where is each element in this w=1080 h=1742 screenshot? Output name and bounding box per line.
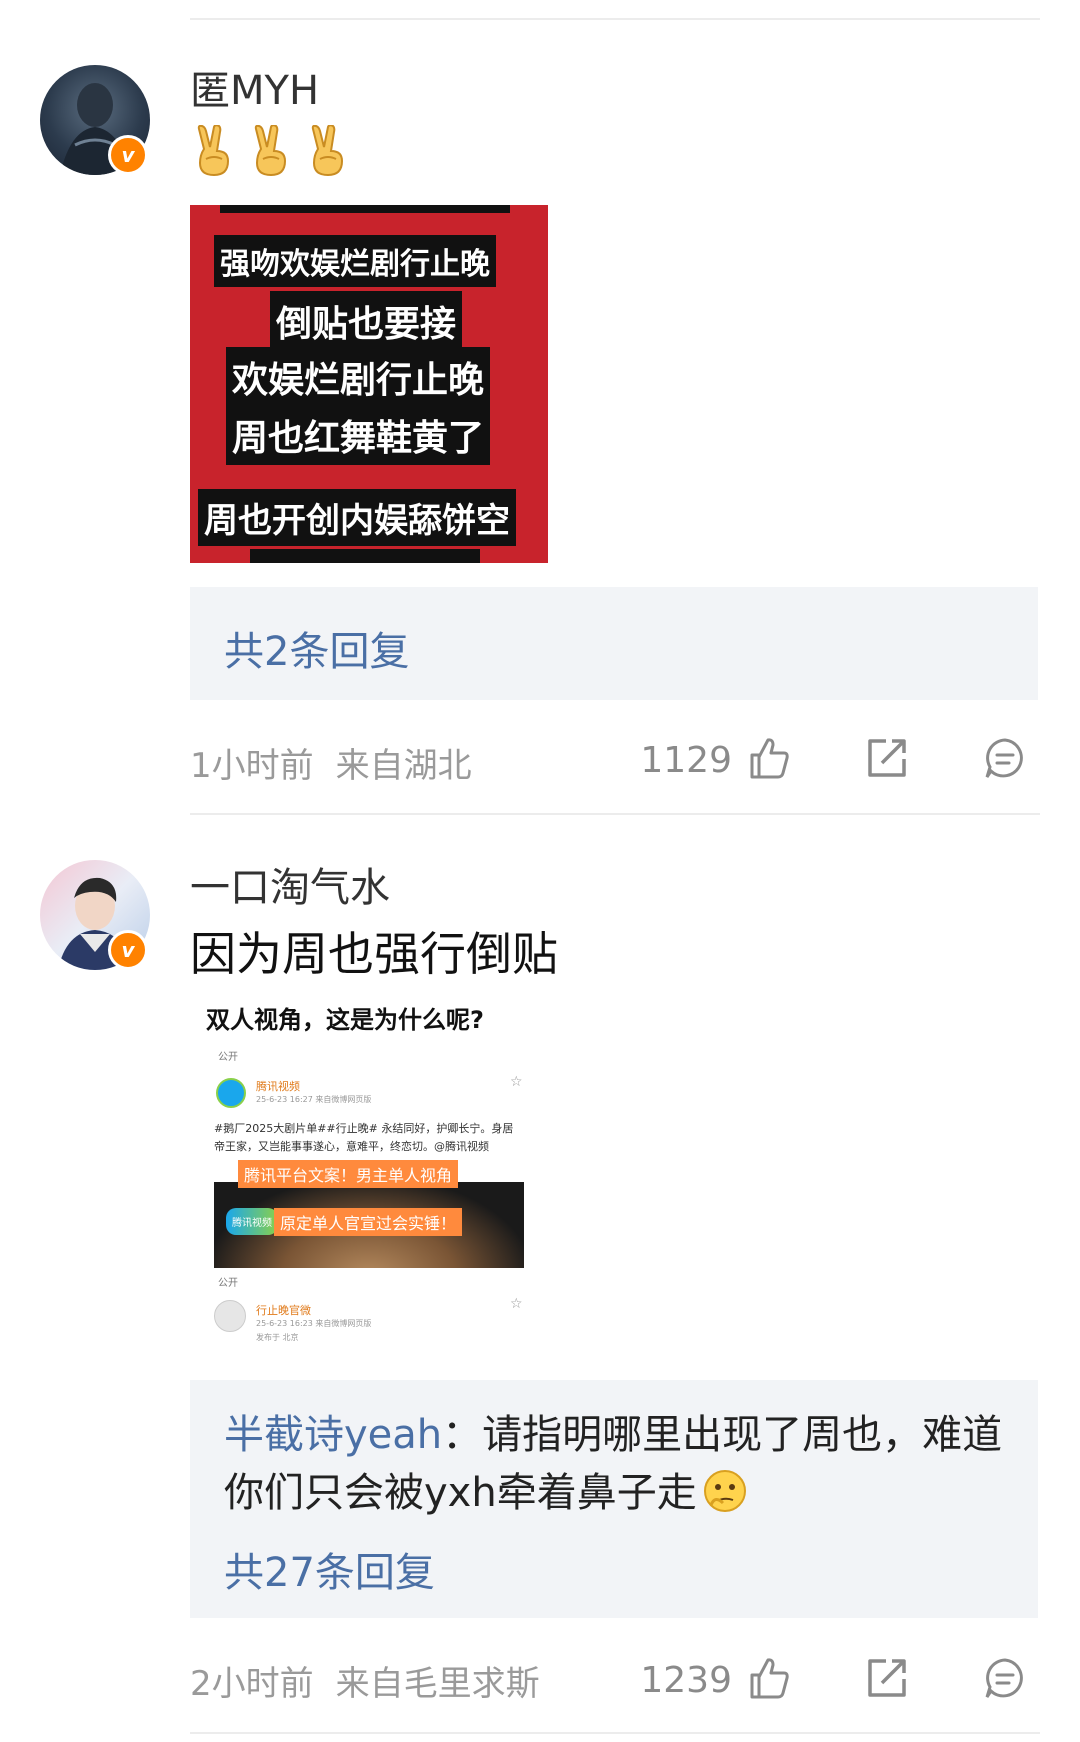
like-icon[interactable] (746, 735, 792, 781)
poster-line: 周也红舞鞋黄了 (226, 405, 491, 465)
verified-badge-icon: v (108, 930, 148, 970)
poster-top-strip (220, 205, 510, 213)
post-text: #鹅厂2025大剧片单##行止晚# 永结同好，护卿长宁。身居帝王家，又岂能事事遂… (214, 1122, 514, 1153)
comment-time: 1小时前 (190, 746, 314, 786)
poster-line: 强吻欢娱烂剧行止晚 (214, 235, 496, 287)
comment-location: 来自湖北 (335, 746, 472, 786)
account-name: 腾讯视频 (256, 1080, 300, 1093)
tencent-video-logo-icon: 腾讯视频 (226, 1208, 278, 1235)
comment-meta: 1小时前 来自湖北 (190, 738, 472, 787)
public-label: 公开 (218, 1052, 238, 1063)
verified-badge-icon: v (108, 135, 148, 175)
bottom-divider (190, 1732, 1040, 1734)
image-caption: 双人视角，这是为什么呢? (206, 1006, 484, 1034)
public-label: 公开 (218, 1278, 238, 1289)
official-avatar (214, 1300, 246, 1332)
star-icon: ☆ (510, 1296, 523, 1312)
comment-image[interactable]: 双人视角，这是为什么呢? 公开 腾讯视频 25-6-23 16:27 来自微博网… (190, 990, 548, 1358)
poster-line: 欢娱烂剧行止晚 (226, 347, 491, 407)
star-icon: ☆ (510, 1074, 523, 1090)
tencent-logo-icon (216, 1078, 246, 1108)
share-icon[interactable] (864, 735, 910, 781)
comment-divider (190, 813, 1040, 815)
poster-line: 周也开创内娱舔饼空 (198, 489, 516, 546)
overlay-caption: 原定单人官宣过会实锤！ (274, 1208, 463, 1236)
username[interactable]: 一口淘气水 (190, 855, 390, 913)
comment-time: 2小时前 (190, 1664, 314, 1704)
post-origin: 发布于 北京 (256, 1333, 299, 1342)
reply-box[interactable]: 共2条回复 (190, 587, 1038, 700)
username[interactable]: 匿MYH (190, 58, 319, 116)
reply-count-link[interactable]: 共27条回复 (224, 1540, 435, 1598)
comment-icon[interactable] (982, 735, 1028, 781)
comment-icon[interactable] (982, 1655, 1028, 1701)
reply-preview[interactable]: 半截诗yeah：请指明哪里出现了周也，难道你们只会被yxh牵着鼻子走 (224, 1406, 1004, 1522)
comment-meta: 2小时前 来自毛里求斯 (190, 1656, 540, 1705)
overlay-caption: 腾讯平台文案！男主单人视角 (238, 1160, 459, 1188)
post-date: 25-6-23 16:27 来自微博网页版 (256, 1095, 372, 1104)
victory-hand-icon (312, 125, 344, 177)
reply-count-link[interactable]: 共2条回复 (224, 619, 409, 677)
like-count: 1239 (640, 1660, 732, 1701)
comment-emojis (192, 125, 350, 177)
top-divider (190, 18, 1040, 20)
victory-hand-icon (197, 125, 230, 177)
comment-location: 来自毛里求斯 (335, 1664, 540, 1704)
thinking-face-icon (703, 1470, 746, 1512)
comment-image[interactable]: 强吻欢娱烂剧行止晚 倒贴也要接 欢娱烂剧行止晚 周也红舞鞋黄了 周也开创内娱舔饼… (190, 205, 548, 563)
comment-text: 因为周也强行倒贴 (190, 927, 558, 981)
like-icon[interactable] (746, 1655, 792, 1701)
like-count: 1129 (640, 740, 732, 781)
account-name: 行止晚官微 (256, 1304, 311, 1317)
poster-bottom-strip (250, 549, 480, 563)
poster-line: 倒贴也要接 (270, 291, 463, 351)
share-icon[interactable] (864, 1655, 910, 1701)
post-date: 25-6-23 16:23 来自微博网页版 (256, 1319, 372, 1328)
victory-hand-icon (254, 125, 287, 177)
reply-box[interactable]: 半截诗yeah：请指明哪里出现了周也，难道你们只会被yxh牵着鼻子走 共27条回… (190, 1380, 1038, 1618)
reply-username[interactable]: 半截诗yeah (224, 1412, 442, 1458)
